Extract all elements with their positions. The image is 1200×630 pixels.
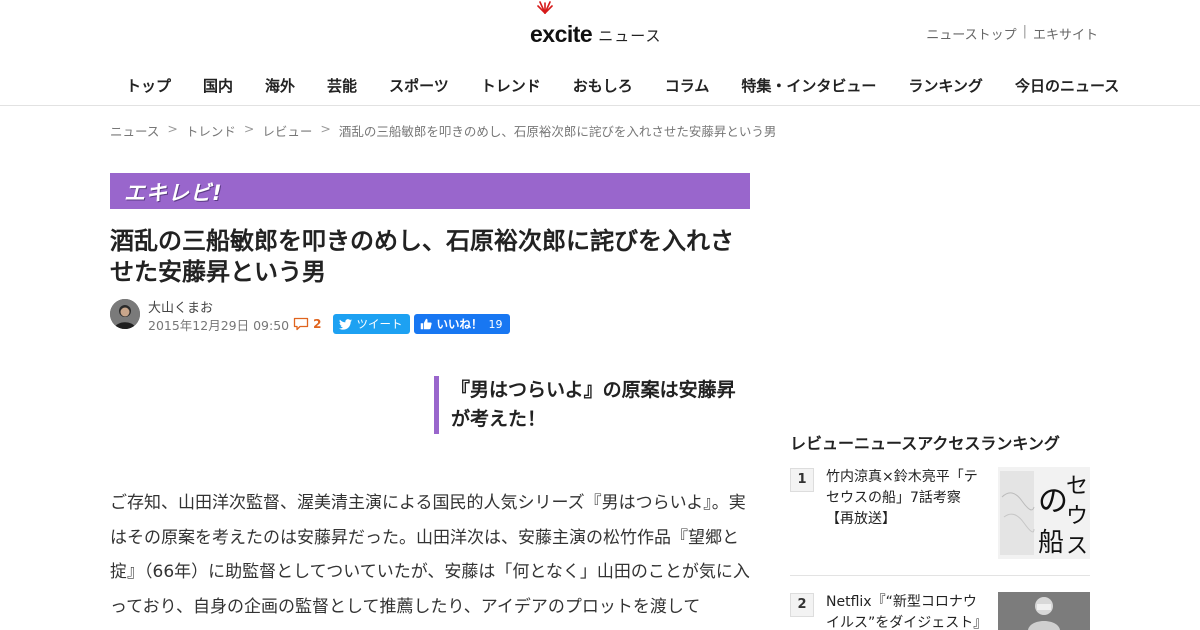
ranking-title[interactable]: 竹内涼真×鈴木亮平「テセウスの船」7話考察【再放送】	[826, 467, 986, 530]
nav-overseas[interactable]: 海外	[249, 75, 311, 96]
article-meta: 2015年12月29日 09:50 2 ツイート いいね！ 19	[148, 314, 511, 334]
logo-wordmark: excite	[530, 21, 593, 47]
nav-top[interactable]: トップ	[110, 75, 187, 96]
avatar-image	[110, 299, 140, 329]
site-header: excite ニュース ニューストップ | エキサイト トップ 国内 海外 芸能…	[0, 0, 1200, 106]
nav-trend[interactable]: トレンド	[465, 75, 557, 96]
excite-site-link[interactable]: エキサイト	[1033, 24, 1098, 43]
ranking-divider	[790, 575, 1090, 576]
twitter-bird-icon	[339, 318, 353, 330]
publish-date: 2015年12月29日 09:50	[148, 317, 290, 333]
like-count: 19	[488, 317, 503, 331]
thumbnail-image: の 船 セ ウ ス	[998, 467, 1090, 559]
breadcrumb-arrow: >	[167, 121, 178, 136]
nav-column[interactable]: コラム	[649, 75, 726, 96]
breadcrumb-current: 酒乱の三船敏郎を叩きのめし、石原裕次郎に詫びを入れさせた安藤昇という男	[338, 124, 777, 139]
ranking-title[interactable]: Netflix『“新型コロナウイルス”をダイジェスト』	[826, 592, 987, 630]
global-nav: トップ 国内 海外 芸能 スポーツ トレンド おもしろ コラム 特集・インタビュ…	[110, 75, 1135, 96]
link-separator: |	[1022, 24, 1027, 39]
nav-ranking[interactable]: ランキング	[892, 75, 999, 96]
comment-count[interactable]: 2	[313, 317, 321, 331]
nav-sports[interactable]: スポーツ	[373, 75, 465, 96]
rank-number: 2	[790, 593, 814, 617]
nav-today[interactable]: 今日のニュース	[999, 75, 1135, 96]
svg-text:ウ: ウ	[1066, 504, 1088, 529]
article-body: ご存知、山田洋次監督、渥美清主演による国民的人気シリーズ『男はつらいよ』。実はそ…	[110, 493, 750, 617]
article-title: 酒乱の三船敏郎を叩きのめし、石原裕次郎に詫びを入れさせた安藤昇という男	[110, 227, 734, 286]
ranking-heading: レビューニュースアクセスランキング	[790, 434, 1060, 453]
facebook-like-button[interactable]: いいね！ 19	[414, 314, 511, 334]
nav-entertainment[interactable]: 芸能	[311, 75, 373, 96]
rank-number: 1	[790, 468, 814, 492]
svg-text:ス: ス	[1066, 534, 1088, 559]
breadcrumb-review[interactable]: レビュー	[262, 121, 312, 140]
author-avatar[interactable]	[110, 299, 140, 329]
exci-review-banner[interactable]: エキレビ!	[110, 173, 750, 209]
svg-text:セ: セ	[1066, 474, 1088, 499]
banner-label: エキレビ!	[124, 181, 223, 205]
logo-news-label: ニュース	[598, 27, 662, 45]
tweet-button[interactable]: ツイート	[333, 314, 411, 334]
ranking-thumbnail[interactable]: の 船 セ ウ ス	[998, 467, 1090, 559]
breadcrumb: ニュース > トレンド > レビュー > 酒乱の三船敏郎を叩きのめし、石原裕次郎…	[110, 121, 776, 140]
logo-burst-icon	[537, 1, 553, 14]
thumbs-up-icon	[421, 318, 433, 330]
top-links: ニューストップ | エキサイト	[926, 24, 1098, 43]
nav-fun[interactable]: おもしろ	[557, 75, 649, 96]
like-label: いいね！	[436, 317, 483, 331]
section-heading: 『男はつらいよ』の原案は安藤昇が考えた！	[434, 376, 750, 434]
svg-text:船: 船	[1038, 528, 1064, 558]
nav-domestic[interactable]: 国内	[187, 75, 249, 96]
comment-icon[interactable]	[293, 317, 309, 331]
excite-news-logo[interactable]: excite ニュース	[530, 1, 662, 47]
ranking-thumbnail[interactable]	[998, 592, 1090, 630]
thumbnail-image	[998, 592, 1090, 630]
breadcrumb-arrow: >	[243, 121, 255, 136]
tweet-label: ツイート	[356, 317, 403, 331]
news-top-link[interactable]: ニューストップ	[926, 24, 1016, 43]
breadcrumb-news[interactable]: ニュース	[110, 121, 159, 140]
breadcrumb-arrow: >	[320, 121, 331, 136]
nav-features[interactable]: 特集・インタビュー	[725, 75, 892, 96]
svg-text:の: の	[1038, 484, 1068, 519]
breadcrumb-trend[interactable]: トレンド	[186, 121, 236, 140]
